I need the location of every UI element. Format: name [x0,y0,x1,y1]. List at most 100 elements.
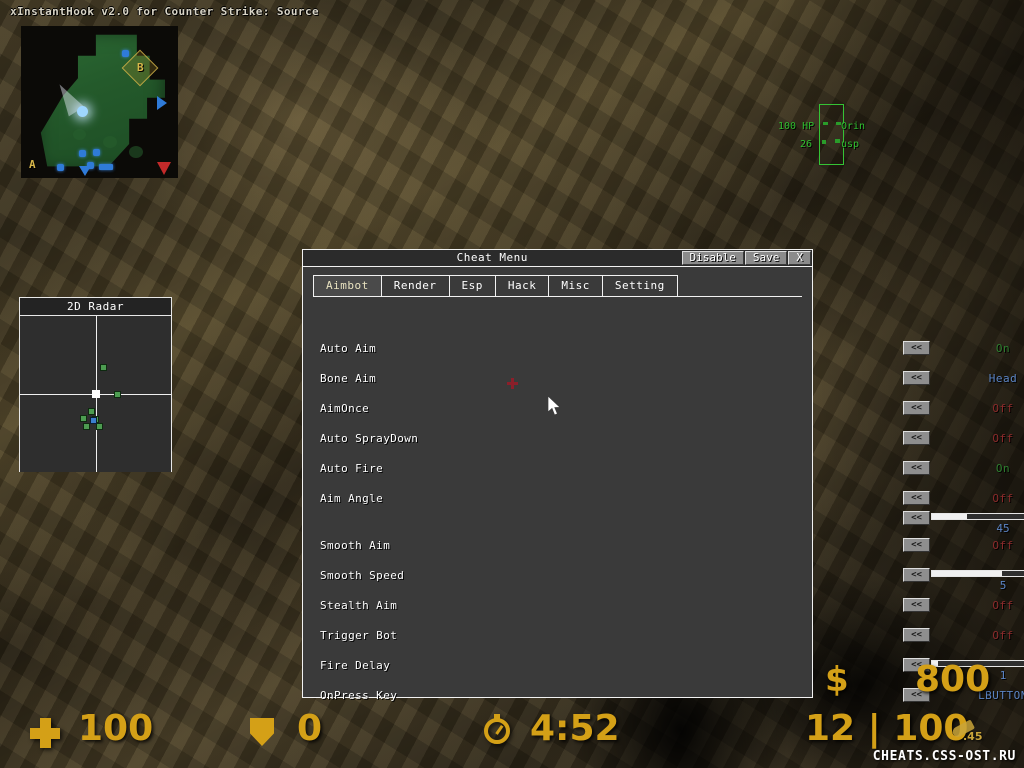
minimap-teammate-dot [57,164,64,171]
radar-entity-dot [80,415,87,422]
setting-row: Smooth Aim<<>>Off [303,534,1013,564]
setting-label: Auto Aim [320,342,377,355]
decrement-button[interactable]: << [903,538,930,552]
setting-value: Off [992,492,1014,505]
setting-value: Off [992,599,1014,612]
aimbot-settings-list: Auto Aim<<>>OnBone Aim<<>>HeadAimOnce<<>… [303,299,1024,702]
esp-weapon-label: usp [841,139,860,150]
cheat-menu-titlebar[interactable]: Cheat Menu Disable Save X [302,249,813,267]
close-button[interactable]: X [788,251,811,265]
radar-entity-dot [100,364,107,371]
game-minimap: B A [21,26,178,178]
slider-fill [932,571,1002,576]
esp-skeleton-segment [822,140,826,144]
health-icon [30,718,60,748]
decrement-button[interactable]: << [903,598,930,612]
minimap-prop [103,136,117,148]
setting-label: Fire Delay [320,659,391,672]
setting-row: Auto SprayDown<<>>Off [303,427,1013,457]
cheat-banner-title: xInstantHook v2.0 for Counter Strike: So… [10,5,319,18]
minimap-teammate-dot [93,149,100,156]
setting-label: Smooth Aim [320,539,391,552]
decrement-button[interactable]: << [903,341,930,355]
setting-row: Auto Aim<<>>On [303,337,1010,367]
decrement-button[interactable]: << [903,401,930,415]
minimap-prop [129,146,143,158]
ammo-type-label: .45 [963,730,983,743]
slider-value: 45 [996,522,1010,535]
setting-label: Auto SprayDown [320,432,419,445]
tab-bar-underline [313,296,802,297]
setting-value: Off [992,432,1014,445]
tab-render[interactable]: Render [380,275,450,297]
minimap-site-a-label: A [29,158,36,171]
cheat-menu-tab-bar[interactable]: Aimbot Render Esp Hack Misc Setting [313,275,678,297]
setting-row: Bone Aim<<>>Head [303,367,1017,397]
ammo-value: 12 | 100 [805,708,969,749]
setting-label: Trigger Bot [320,629,398,642]
decrement-button[interactable]: << [903,628,930,642]
decrement-button[interactable]: << [903,491,930,505]
esp-name-label: Orin [841,121,866,132]
setting-value: On [995,342,1011,355]
round-timer-value: 4:52 [530,708,620,749]
esp-skeleton-segment [835,139,840,143]
minimap-enemy-arrow [157,162,171,175]
setting-label: Aim Angle [320,492,384,505]
setting-row: Auto Fire<<>>On [303,457,1010,487]
setting-row: Stealth Aim<<>>Off [303,594,1013,624]
radar-entity-dot [88,408,95,415]
setting-label: Auto Fire [320,462,384,475]
cheat-menu-window[interactable]: Cheat Menu Disable Save X Aimbot Render … [302,249,1024,702]
esp-health-label: 100 HP [778,121,815,132]
setting-value: Head [988,372,1018,385]
site-watermark: CHEATS.CSS-OST.RU [872,749,1016,764]
setting-slider[interactable] [931,570,1024,577]
setting-value: Off [992,402,1014,415]
cheat-menu-title: Cheat Menu [456,251,528,264]
radar-plot-area [20,316,171,472]
cheat-menu-body: Aimbot Render Esp Hack Misc Setting Auto… [302,267,1024,702]
setting-row: Trigger Bot<<>>Off [303,624,1013,654]
slider-value: 5 [999,579,1007,592]
radar-entity-dot [114,391,121,398]
setting-row: Fire Delay<<>>1 [303,654,1024,684]
esp-skeleton-segment [823,122,828,125]
tab-hack[interactable]: Hack [494,275,550,297]
setting-value: Off [992,629,1014,642]
setting-value: Off [992,539,1014,552]
decrement-button[interactable]: << [903,511,930,525]
setting-value: On [995,462,1011,475]
armor-value: 0 [297,708,323,749]
minimap-site-b-label: B [137,61,144,74]
setting-label: Smooth Speed [320,569,405,582]
minimap-teammate-dot [79,150,86,157]
decrement-button[interactable]: << [903,461,930,475]
decrement-button[interactable]: << [903,431,930,445]
save-button[interactable]: Save [744,251,788,265]
health-value: 100 [78,708,154,749]
round-timer-icon [484,714,510,744]
tab-setting[interactable]: Setting [601,275,678,297]
setting-label: Bone Aim [320,372,377,385]
2d-radar-panel: 2D Radar [19,297,172,472]
decrement-button[interactable]: << [903,371,930,385]
minimap-teammate-dot [99,164,113,170]
radar-entity-dot [83,423,90,430]
radar-self-marker [92,390,100,398]
minimap-direction-arrow [79,166,91,176]
decrement-button[interactable]: << [903,568,930,582]
esp-distance-label: 26 [800,139,813,150]
radar-title: 2D Radar [20,298,171,316]
minimap-teammate-dot [122,50,129,57]
money-value: 800 [915,659,991,700]
esp-player-box [819,104,844,165]
setting-slider[interactable] [931,513,1024,520]
setting-row: <<>>45 [303,507,1024,537]
minimap-player-marker [77,106,88,117]
disable-button[interactable]: Disable [681,251,744,265]
tab-misc[interactable]: Misc [548,275,603,297]
setting-row: Smooth Speed<<>>5 [303,564,1024,594]
tab-esp[interactable]: Esp [448,275,496,297]
tab-aimbot[interactable]: Aimbot [313,275,382,297]
